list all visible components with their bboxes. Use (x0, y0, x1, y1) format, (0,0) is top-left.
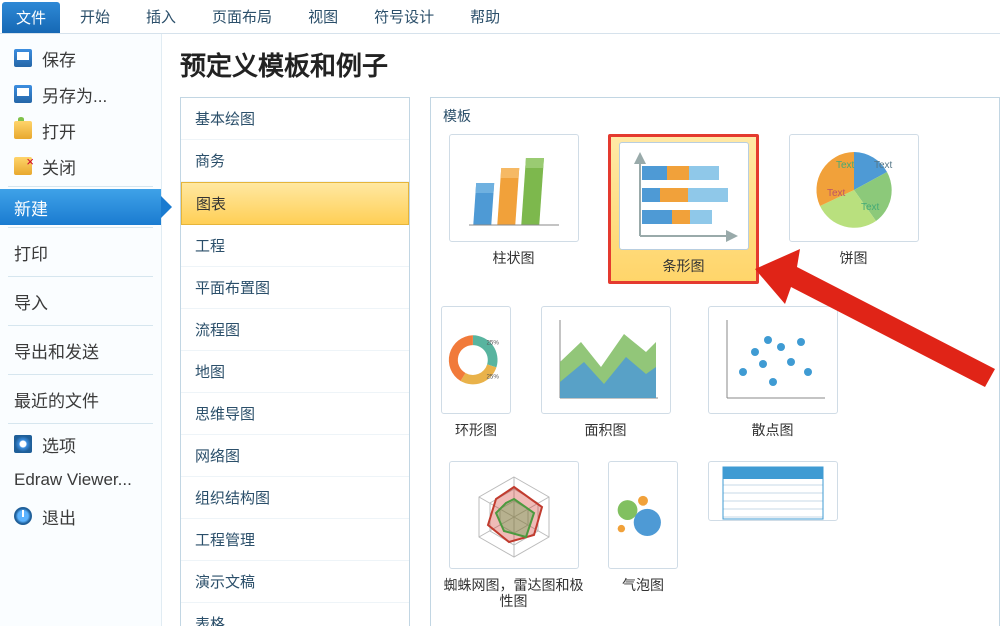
sidebar-viewer-label: Edraw Viewer... (14, 470, 132, 490)
sidebar-export-label: 导出和发送 (14, 338, 99, 363)
template-table-chart[interactable] (700, 461, 845, 611)
sidebar-recent[interactable]: 最近的文件 (0, 377, 161, 421)
open-folder-icon (14, 121, 32, 139)
cat-orgchart[interactable]: 组织结构图 (181, 477, 409, 519)
area-chart-thumb (541, 306, 671, 414)
menu-start[interactable]: 开始 (62, 0, 128, 33)
template-bubble-chart[interactable]: 气泡图 (608, 461, 678, 611)
cat-business[interactable]: 商务 (181, 140, 409, 182)
cat-projmgmt[interactable]: 工程管理 (181, 519, 409, 561)
cat-flowchart[interactable]: 流程图 (181, 309, 409, 351)
radar-chart-thumb (449, 461, 579, 569)
menu-layout[interactable]: 页面布局 (194, 0, 290, 33)
menu-file[interactable]: 文件 (2, 2, 60, 33)
bubble-chart-thumb (608, 461, 678, 569)
sidebar-open[interactable]: 打开 (0, 112, 161, 148)
pie-text2: Text (874, 160, 893, 171)
save-icon (14, 49, 32, 67)
donut-chart-thumb: 25% 25% (441, 306, 511, 414)
cat-map[interactable]: 地图 (181, 351, 409, 393)
menu-symbol[interactable]: 符号设计 (356, 0, 452, 33)
menu-view[interactable]: 视图 (290, 0, 356, 33)
template-radar-label: 蜘蛛网图，雷达图和极性图 (441, 577, 586, 611)
template-column-chart[interactable]: 柱状图 (441, 134, 586, 284)
sidebar-exit-label: 退出 (42, 504, 76, 529)
sidebar-recent-label: 最近的文件 (14, 387, 99, 412)
close-folder-icon (14, 157, 32, 175)
template-scatter-label: 散点图 (752, 422, 794, 439)
cat-chart[interactable]: 图表 (181, 182, 409, 225)
sidebar-export[interactable]: 导出和发送 (0, 328, 161, 372)
sidebar-save-label: 保存 (42, 46, 76, 71)
template-column-label: 柱状图 (493, 250, 535, 267)
menu-insert[interactable]: 插入 (128, 0, 194, 33)
sidebar-saveas-label: 另存为... (42, 82, 107, 107)
sidebar-print-label: 打印 (14, 240, 48, 265)
cat-table[interactable]: 表格 (181, 603, 409, 626)
pie-text1: Text (836, 160, 855, 171)
menu-bar: 文件 开始 插入 页面布局 视图 符号设计 帮助 (0, 0, 1000, 34)
cat-basic[interactable]: 基本绘图 (181, 98, 409, 140)
sidebar-saveas[interactable]: 另存为... (0, 76, 161, 112)
sidebar-options[interactable]: 选项 (0, 426, 161, 462)
template-radar-chart[interactable]: 蜘蛛网图，雷达图和极性图 (441, 461, 586, 611)
template-bubble-label: 气泡图 (622, 577, 664, 594)
sidebar-save[interactable]: 保存 (0, 40, 161, 76)
donut-text1: 25% (487, 339, 500, 346)
sidebar-import-label: 导入 (14, 289, 48, 314)
sidebar-options-label: 选项 (42, 432, 76, 457)
sidebar-new[interactable]: 新建 (0, 189, 161, 225)
scatter-chart-thumb (708, 306, 838, 414)
template-donut-chart[interactable]: 25% 25% 环形图 (441, 306, 511, 439)
sidebar-close[interactable]: 关闭 (0, 148, 161, 184)
pie-text4: Text (861, 202, 880, 213)
sidebar-exit[interactable]: 退出 (0, 498, 161, 534)
gallery-header: 模板 (443, 106, 987, 126)
donut-text2: 25% (487, 373, 500, 380)
template-pie-label: 饼图 (840, 250, 868, 267)
sidebar-open-label: 打开 (42, 118, 76, 143)
template-bar-chart[interactable]: 条形图 (608, 134, 759, 284)
exit-icon (14, 507, 32, 525)
sidebar-print[interactable]: 打印 (0, 230, 161, 274)
cat-presentation[interactable]: 演示文稿 (181, 561, 409, 603)
column-chart-thumb (449, 134, 579, 242)
cat-floorplan[interactable]: 平面布置图 (181, 267, 409, 309)
template-area-chart[interactable]: 面积图 (533, 306, 678, 439)
template-area-label: 面积图 (585, 422, 627, 439)
sidebar-close-label: 关闭 (42, 154, 76, 179)
options-icon (14, 435, 32, 453)
table-chart-thumb (708, 461, 838, 521)
cat-engineering[interactable]: 工程 (181, 225, 409, 267)
template-scatter-chart[interactable]: 散点图 (700, 306, 845, 439)
save-as-icon (14, 85, 32, 103)
menu-help[interactable]: 帮助 (452, 0, 518, 33)
cat-network[interactable]: 网络图 (181, 435, 409, 477)
sidebar-import[interactable]: 导入 (0, 279, 161, 323)
category-list: 基本绘图 商务 图表 工程 平面布置图 流程图 地图 思维导图 网络图 组织结构… (180, 97, 410, 626)
sidebar-new-label: 新建 (14, 195, 48, 220)
file-sidebar: 保存 另存为... 打开 关闭 新建 打印 导入 导出和发送 最近的文件 选项 … (0, 34, 162, 626)
template-bar-label: 条形图 (663, 258, 705, 275)
pie-text3: Text (827, 188, 846, 199)
sidebar-viewer[interactable]: Edraw Viewer... (0, 462, 161, 498)
template-gallery: 模板 (430, 97, 1000, 626)
bar-chart-thumb (619, 142, 749, 250)
template-pie-chart[interactable]: Text Text Text Text 饼图 (781, 134, 926, 284)
template-donut-label: 环形图 (455, 422, 497, 439)
cat-mindmap[interactable]: 思维导图 (181, 393, 409, 435)
page-title: 预定义模板和例子 (180, 46, 1000, 83)
pie-chart-thumb: Text Text Text Text (789, 134, 919, 242)
